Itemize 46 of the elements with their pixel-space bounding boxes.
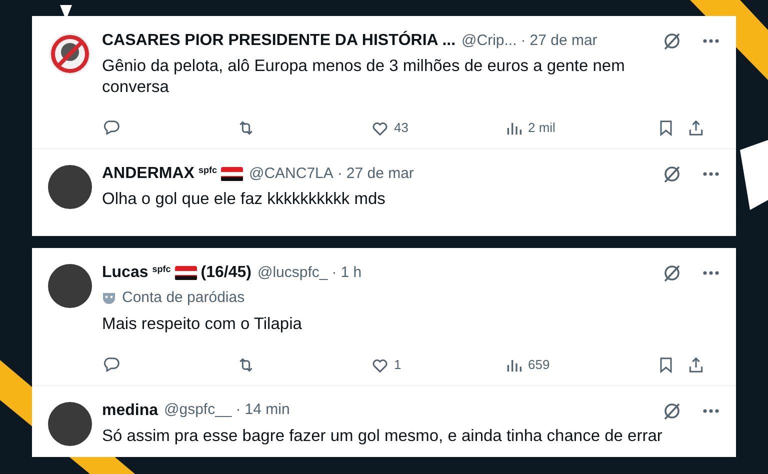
more-options-icon[interactable] bbox=[702, 171, 720, 177]
user-name[interactable]: Lucas bbox=[102, 261, 148, 285]
team-tag: spfc bbox=[152, 263, 171, 276]
name-suffix: (16/45) bbox=[200, 263, 252, 283]
post-text: Só assim pra esse bagre fazer um gol mesmo, e ainda tinha chance de errar bbox=[102, 426, 664, 446]
user-name[interactable]: CASARES PIOR PRESIDENTE DA HISTÓRIA ... bbox=[102, 29, 456, 53]
more-options-icon[interactable] bbox=[702, 270, 720, 276]
avatar[interactable] bbox=[48, 402, 92, 446]
flag-icon bbox=[174, 266, 197, 280]
reply-icon[interactable] bbox=[102, 118, 122, 138]
separator-dot: · bbox=[337, 164, 342, 184]
more-options-icon[interactable] bbox=[702, 408, 720, 414]
separator-dot: · bbox=[332, 262, 337, 283]
avatar[interactable] bbox=[48, 264, 92, 308]
post-time[interactable]: 1 h bbox=[340, 262, 362, 284]
flag-icon bbox=[220, 167, 243, 181]
separator-dot: · bbox=[520, 30, 526, 51]
reply-icon[interactable] bbox=[102, 354, 122, 374]
avatar[interactable] bbox=[48, 165, 92, 209]
post-text: Mais respeito com o Tilapia bbox=[102, 314, 303, 334]
action-count: 659 bbox=[528, 356, 550, 374]
user-name[interactable]: medina bbox=[102, 398, 158, 422]
post-time[interactable]: 14 min bbox=[244, 399, 290, 422]
mask-icon bbox=[102, 291, 116, 306]
action-count: 43 bbox=[394, 119, 408, 138]
post-text: Olha o gol que ele faz kkkkkkkkkk mds bbox=[102, 189, 386, 210]
user-handle[interactable]: @gspfc__ bbox=[164, 399, 232, 422]
post-time[interactable]: 27 de mar bbox=[346, 162, 414, 186]
team-tag: spfc bbox=[198, 164, 217, 178]
post-text: Gênio da pelota, alô Europa menos de 3 milhões de euros a gente nem conversa bbox=[102, 56, 626, 98]
user-handle[interactable]: @Crip... bbox=[462, 30, 517, 52]
post-time[interactable]: 27 de mar bbox=[530, 30, 598, 52]
separator-dot: · bbox=[236, 400, 241, 420]
slashed-circle-icon[interactable] bbox=[662, 400, 682, 420]
user-handle[interactable]: @lucspfc_ bbox=[257, 262, 328, 284]
action-count: 2 mil bbox=[528, 119, 556, 138]
parody-label: Conta de paródias bbox=[122, 288, 245, 308]
user-name[interactable]: ANDERMAX bbox=[102, 162, 194, 186]
user-handle[interactable]: @CANC7LA bbox=[248, 162, 334, 186]
prohibited-avatar-drawing[interactable] bbox=[48, 32, 92, 76]
more-options-icon[interactable] bbox=[702, 38, 720, 44]
decorative-shape bbox=[740, 140, 768, 210]
action-count: 1 bbox=[394, 356, 402, 374]
slashed-circle-icon[interactable] bbox=[662, 31, 682, 51]
slashed-circle-icon[interactable] bbox=[662, 164, 682, 184]
slashed-circle-icon[interactable] bbox=[662, 263, 682, 283]
